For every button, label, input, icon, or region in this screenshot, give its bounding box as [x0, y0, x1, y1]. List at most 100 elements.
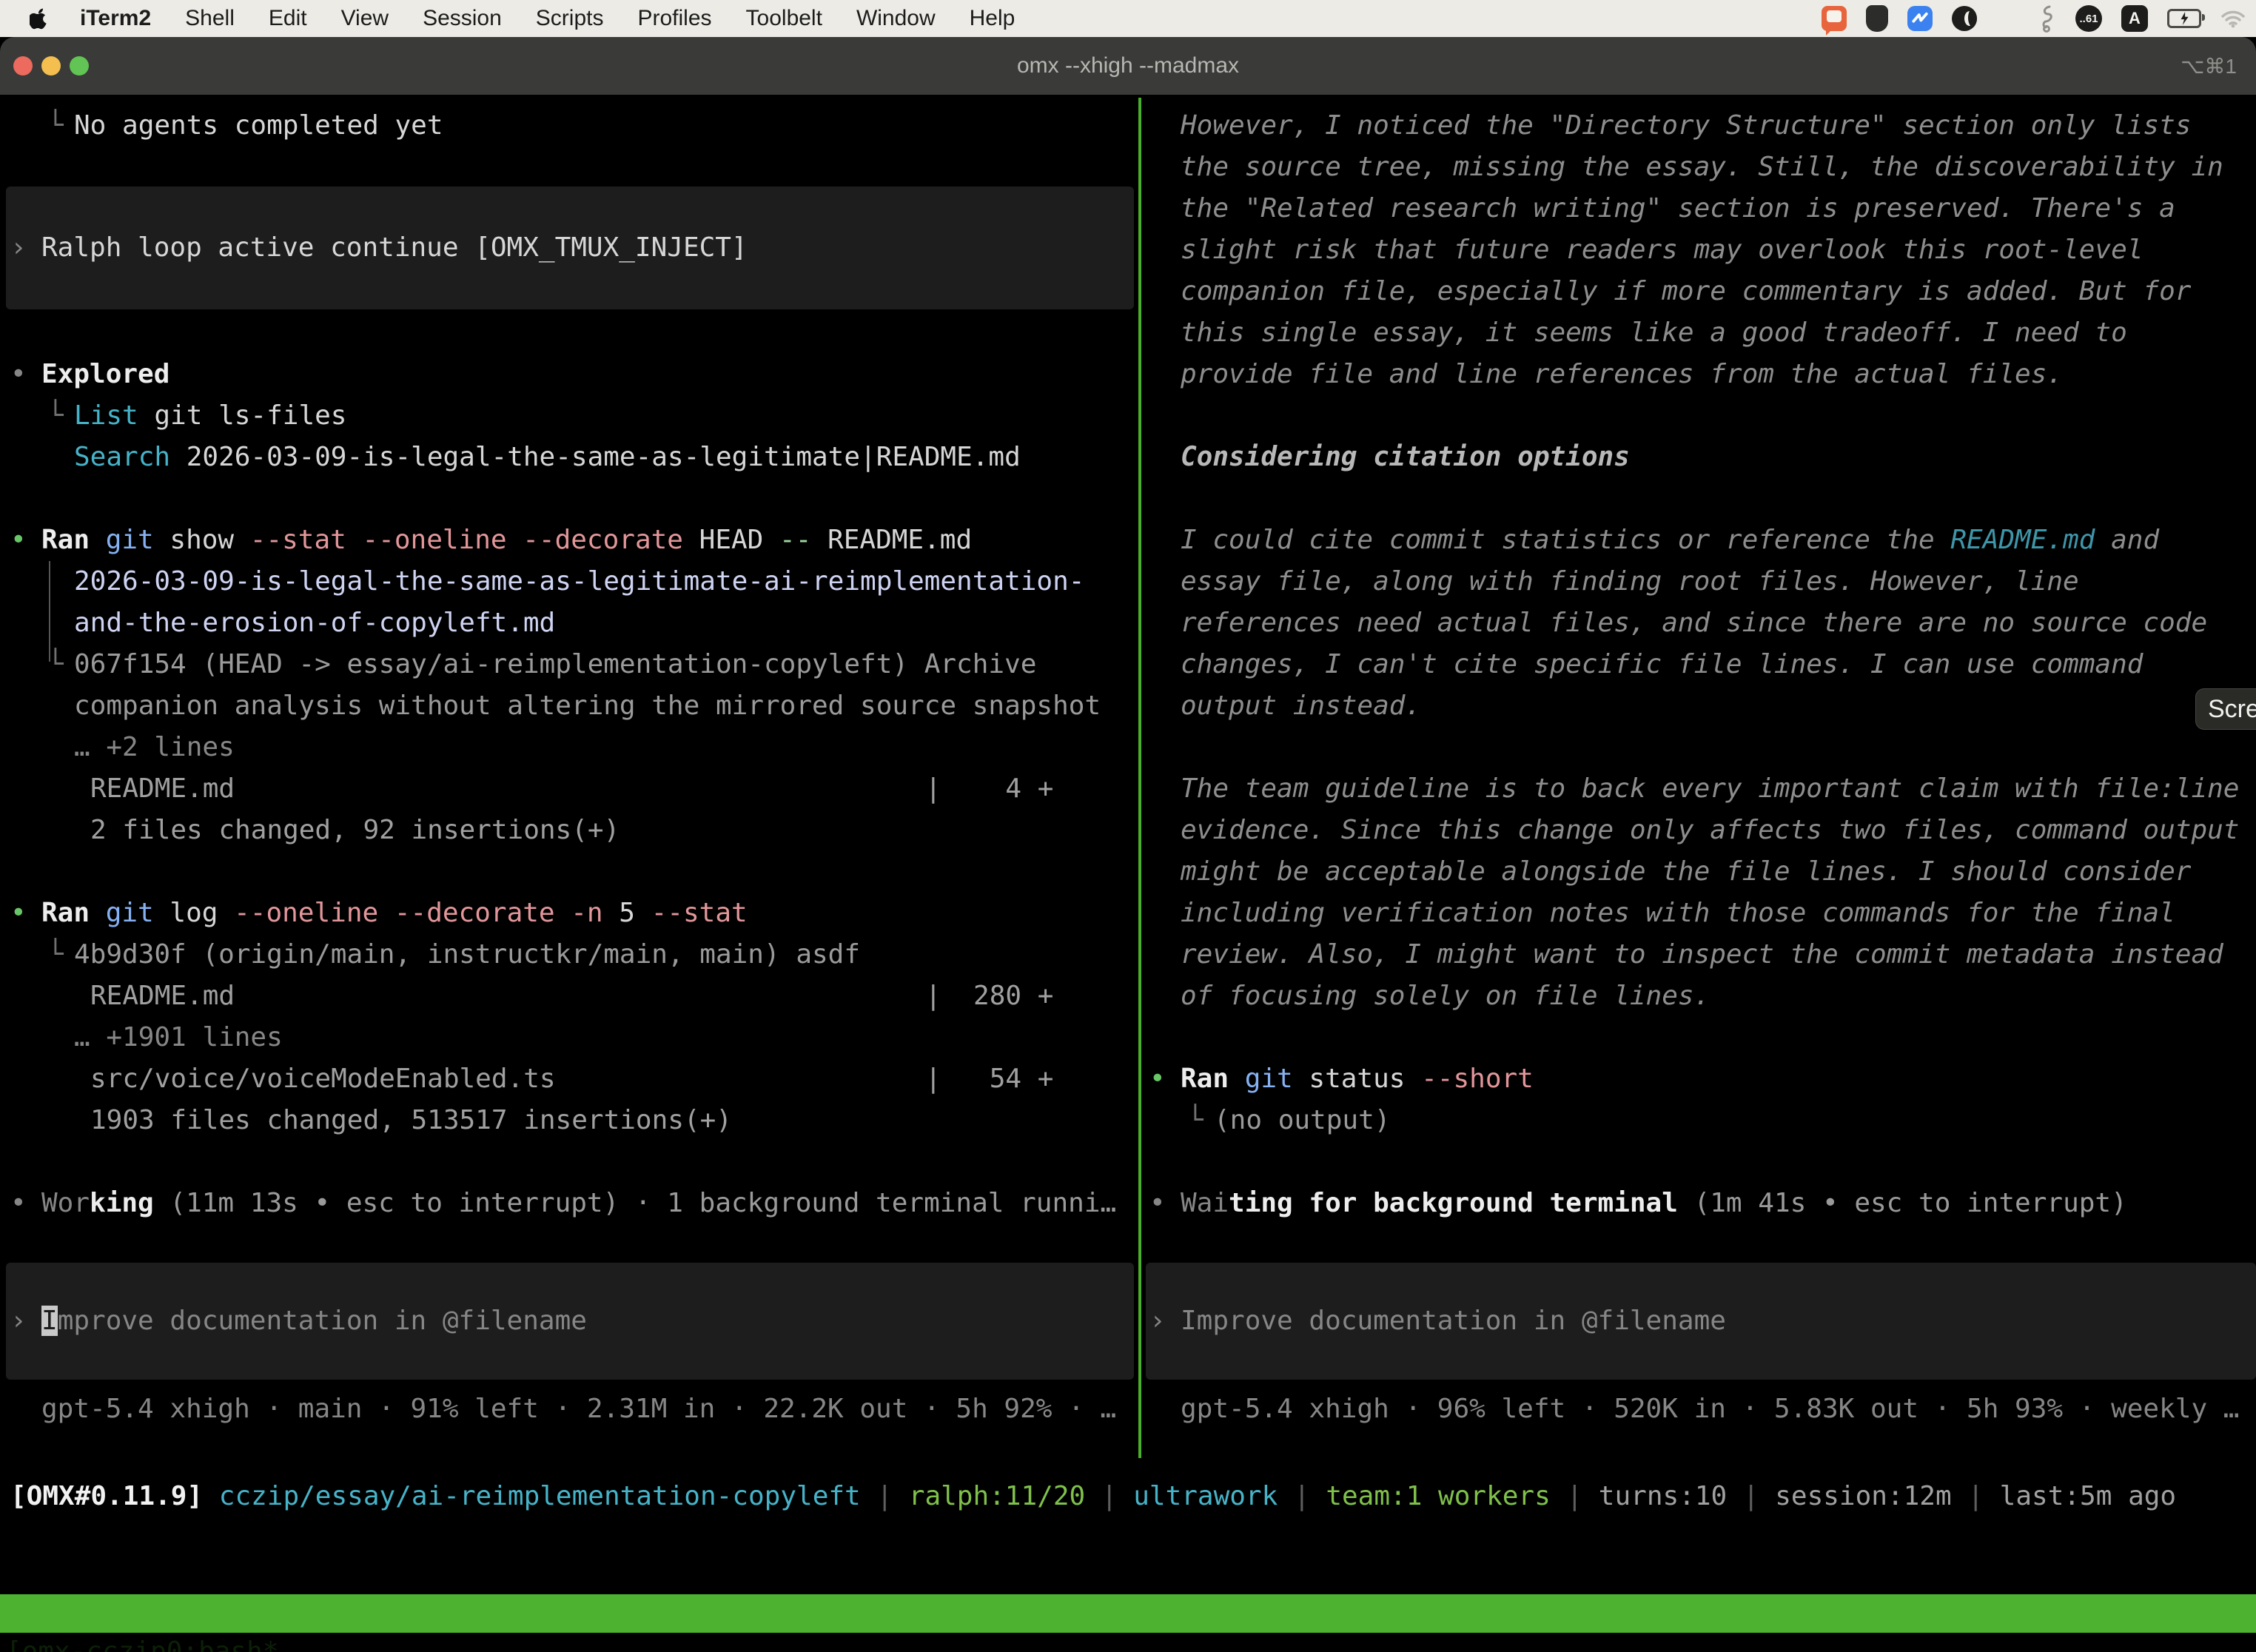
shield-keys-icon[interactable] — [1866, 5, 1888, 32]
git-flags: --stat — [651, 898, 748, 928]
list-command: git ls-files — [138, 400, 347, 431]
tree-branch-icon: └ — [1187, 1100, 1203, 1141]
omx-version: [OMX#0.11.9] — [10, 1481, 203, 1511]
command-wrap-line: 2026-03-09-is-legal-the-same-as-legitima… — [74, 566, 1084, 597]
omx-session-time: session:12m — [1775, 1481, 1951, 1511]
more-lines-note: … +2 lines — [74, 732, 235, 762]
omx-ralph-progress: ralph:11/20 — [909, 1481, 1085, 1511]
reasoning-line: slight risk that future readers may over… — [1181, 235, 2143, 265]
omx-team-workers: team:1 workers — [1326, 1481, 1550, 1511]
reasoning-line: output instead. — [1181, 691, 1421, 721]
reasoning-line: of focusing solely on file lines. — [1181, 981, 1710, 1011]
prompt-input-text[interactable]: mprove documentation in @filename — [58, 1306, 587, 1336]
tool-list-label: List — [74, 400, 138, 431]
omx-turns: turns:10 — [1599, 1481, 1727, 1511]
stat-summary: 2 files changed, 92 insertions(+) — [90, 815, 620, 845]
stat-file-count: | 54 + — [925, 1058, 1053, 1100]
tree-branch-icon: └ — [47, 395, 64, 437]
menu-item-scripts[interactable]: Scripts — [536, 6, 604, 31]
separator: | — [1952, 1481, 2000, 1511]
menu-item-edit[interactable]: Edit — [269, 6, 307, 31]
ran-label: Ran — [41, 898, 106, 928]
search-command: 2026-03-09-is-legal-the-same-as-legitima… — [170, 442, 1021, 472]
menu-item-session[interactable]: Session — [423, 6, 502, 31]
menu-item-view[interactable]: View — [341, 6, 389, 31]
reasoning-line: including verification notes with those … — [1181, 898, 2175, 928]
wifi-icon[interactable] — [2220, 9, 2246, 28]
working-detail: (11m 13s • esc to interrupt) · 1 backgro… — [154, 1188, 1116, 1218]
screen-overlay-button[interactable]: Scre — [2195, 688, 2256, 730]
git-word: git — [1245, 1064, 1309, 1094]
git-n-arg: 5 — [619, 898, 651, 928]
ran-label: Ran — [1181, 1064, 1245, 1094]
menu-item-help[interactable]: Help — [970, 6, 1015, 31]
separator: | — [1727, 1481, 1775, 1511]
crescent-icon[interactable] — [1952, 6, 1977, 31]
keyboard-a-icon[interactable]: A — [2121, 5, 2148, 32]
working-label: king — [90, 1188, 154, 1218]
session-status-line: gpt-5.4 xhigh · main · 91% left · 2.31M … — [41, 1394, 1116, 1424]
bullet-icon: • — [10, 354, 27, 395]
waiting-detail: (1m 41s • esc to interrupt) — [1678, 1188, 2127, 1218]
commit-output-line: 067f154 (HEAD -> essay/ai-reimplementati… — [74, 649, 1036, 679]
reasoning-line: might be acceptable alongside the file l… — [1181, 856, 2191, 887]
window-title: omx --xhigh --madmax — [0, 37, 2256, 95]
battery-icon[interactable] — [2167, 9, 2201, 28]
command-wrap-line: and-the-erosion-of-copyleft.md — [74, 608, 555, 638]
menu-item-toolbelt[interactable]: Toolbelt — [746, 6, 822, 31]
ralph-banner-text: Ralph loop active continue [OMX_TMUX_INJ… — [41, 232, 748, 263]
working-spinner-dim: Wor — [41, 1188, 90, 1218]
menu-status-icons: ..61 A — [1822, 0, 2246, 37]
git-subcommand: status — [1309, 1064, 1421, 1094]
menu-app-name[interactable]: iTerm2 — [80, 6, 151, 31]
bullet-icon: • — [10, 893, 27, 934]
prompt-chevron-icon: › — [10, 1300, 27, 1342]
dots-grid-icon[interactable] — [1996, 8, 2018, 30]
reasoning-line: the source tree, missing the essay. Stil… — [1181, 152, 2223, 182]
bullet-icon: • — [10, 1183, 27, 1224]
stat-summary: 1903 files changed, 513517 insertions(+) — [90, 1105, 732, 1135]
stat-file-count: | 4 + — [925, 768, 1053, 810]
omx-ultrawork: ultrawork — [1133, 1481, 1278, 1511]
git-flags: --short — [1421, 1064, 1534, 1094]
more-lines-note: … +1901 lines — [74, 1022, 283, 1052]
window-shortcut-badge: ⌥⌘1 — [2181, 37, 2237, 95]
reasoning-line: essay file, along with finding root file… — [1181, 566, 2079, 597]
reasoning-line: However, I noticed the "Directory Struct… — [1181, 110, 2191, 141]
prompt-input-text[interactable]: Improve documentation in @filename — [1181, 1306, 1726, 1336]
menu-bar: iTerm2 Shell Edit View Session Scripts P… — [0, 0, 2256, 37]
git-word: git — [106, 898, 170, 928]
text-cursor[interactable]: I — [41, 1306, 58, 1336]
omx-last-activity: last:5m ago — [2000, 1481, 2176, 1511]
git-subcommand: show — [169, 525, 249, 555]
reasoning-line: I could cite commit statistics or refere… — [1181, 525, 1950, 555]
menu-item-shell[interactable]: Shell — [185, 6, 235, 31]
omx-branch-path: cczip/essay/ai-reimplementation-copyleft — [203, 1481, 861, 1511]
reasoning-line: the "Related research writing" section i… — [1181, 193, 2175, 224]
reasoning-line: this single essay, it seems like a good … — [1181, 318, 2127, 348]
stat-file-count: | 280 + — [925, 976, 1053, 1017]
apple-icon[interactable] — [30, 6, 52, 31]
menu-item-window[interactable]: Window — [856, 6, 936, 31]
nav-zigzag-icon[interactable] — [1907, 6, 1933, 31]
chat-app-icon[interactable] — [1822, 6, 1847, 31]
readme-link[interactable]: README.md — [1950, 525, 2095, 555]
squiggle-icon[interactable] — [2037, 4, 2056, 33]
ran-label: Ran — [41, 525, 106, 555]
bullet-icon: • — [10, 520, 27, 561]
git-dashdash: -- — [779, 525, 827, 555]
session-status-line: gpt-5.4 xhigh · 96% left · 520K in · 5.8… — [1181, 1394, 2239, 1424]
menu-item-profiles[interactable]: Profiles — [637, 6, 711, 31]
terminal-content: └No agents completed yet ›Ralph loop act… — [0, 95, 2256, 1458]
commit-output-line: 4b9d30f (origin/main, instructkr/main, m… — [74, 939, 860, 970]
prompt-chevron-icon: › — [1149, 1300, 1166, 1342]
command-output: (no output) — [1214, 1105, 1390, 1135]
prompt-chevron-icon: › — [10, 227, 27, 269]
git-flags: --oneline --decorate -n — [234, 898, 619, 928]
right-pane: However, I noticed the "Directory Struct… — [1140, 95, 2256, 1458]
reasoning-line: companion file, especially if more comme… — [1181, 276, 2191, 306]
bullet-icon: • — [1149, 1058, 1166, 1100]
git-word: git — [106, 525, 170, 555]
tmux-session-window[interactable]: [omx-cczip0:bash* — [6, 1633, 278, 1652]
badge-61-icon[interactable]: ..61 — [2075, 5, 2102, 32]
